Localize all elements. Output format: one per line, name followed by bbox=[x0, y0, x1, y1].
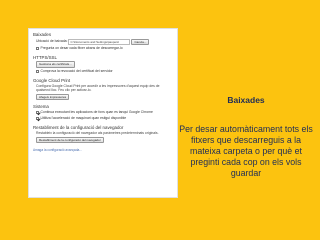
downloads-section-title: Baixades bbox=[33, 32, 52, 37]
background-apps-checkbox[interactable] bbox=[36, 111, 39, 115]
caption-description: Per desar automàticament tots els fitxer… bbox=[179, 124, 313, 178]
change-location-button[interactable]: Canvia... bbox=[131, 38, 150, 45]
system-section-title: Sistema bbox=[33, 103, 49, 109]
reset-description: Restableix la configuració del navegador… bbox=[36, 131, 159, 136]
reset-settings-button[interactable]: Restabliment de la configuració del nave… bbox=[36, 136, 104, 144]
https-section-title: HTTPS/SSL bbox=[33, 54, 57, 60]
ask-before-download-label: Pregunta on desar cada fitxer abans de d… bbox=[40, 46, 123, 51]
reset-section-title: Restabliment de la configuració del nave… bbox=[33, 124, 124, 130]
background-apps-label: Continua executant les aplicacions de fo… bbox=[40, 110, 153, 115]
ask-before-download-checkbox[interactable] bbox=[36, 47, 39, 51]
download-location-field[interactable]: C:\Documents and Settings\paupeixi bbox=[68, 38, 131, 45]
revocation-checkbox[interactable] bbox=[36, 69, 39, 73]
cloud-print-description: Configura Google Cloud Print per accedir… bbox=[36, 84, 160, 93]
hardware-acceleration-option[interactable]: Utilitza l'acceleració de maquinari quan… bbox=[36, 116, 173, 120]
hardware-acceleration-label: Utilitza l'acceleració de maquinari quan… bbox=[40, 116, 127, 121]
revocation-option[interactable]: Comprova la revocació del certificat del… bbox=[36, 69, 173, 73]
revocation-label: Comprova la revocació del certificat del… bbox=[40, 69, 113, 74]
caption-heading: Baixades bbox=[227, 95, 265, 105]
ask-before-download-option[interactable]: Pregunta on desar cada fitxer abans de d… bbox=[36, 46, 173, 50]
background-apps-option[interactable]: Continua executant les aplicacions de fo… bbox=[36, 110, 173, 114]
manage-certificates-button[interactable]: Gestiona els certificats... bbox=[36, 61, 75, 68]
settings-screenshot: Baixades Ubicació de baixada: C:\Documen… bbox=[28, 28, 178, 198]
cloud-print-section-title: Google Cloud Print bbox=[33, 77, 71, 83]
hardware-acceleration-checkbox[interactable] bbox=[36, 117, 39, 121]
hide-advanced-settings-link[interactable]: Amaga la configuració avançada... bbox=[33, 148, 173, 152]
download-location-label: Ubicació de baixada: bbox=[36, 39, 68, 44]
add-printers-button[interactable]: Afegeix impressores bbox=[36, 93, 70, 100]
